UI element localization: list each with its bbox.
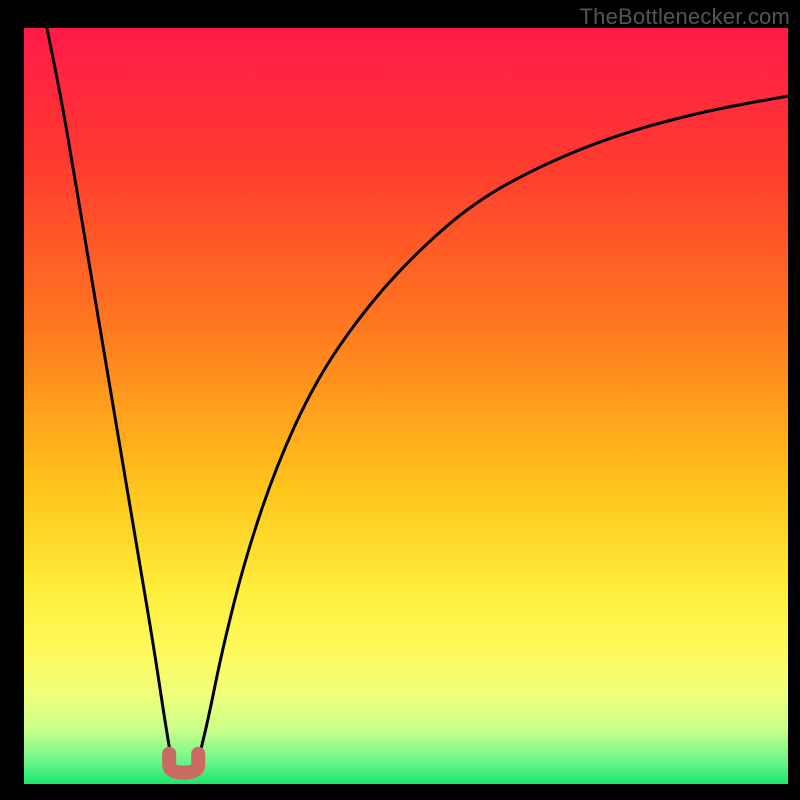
bottleneck-curve-right (196, 96, 788, 769)
minimum-marker-icon (169, 754, 198, 773)
plot-area (24, 28, 788, 784)
curve-layer (24, 28, 788, 784)
bottleneck-curve-left (47, 28, 173, 769)
chart-frame: TheBottlenecker.com (0, 0, 800, 800)
watermark-text: TheBottlenecker.com (580, 4, 790, 30)
